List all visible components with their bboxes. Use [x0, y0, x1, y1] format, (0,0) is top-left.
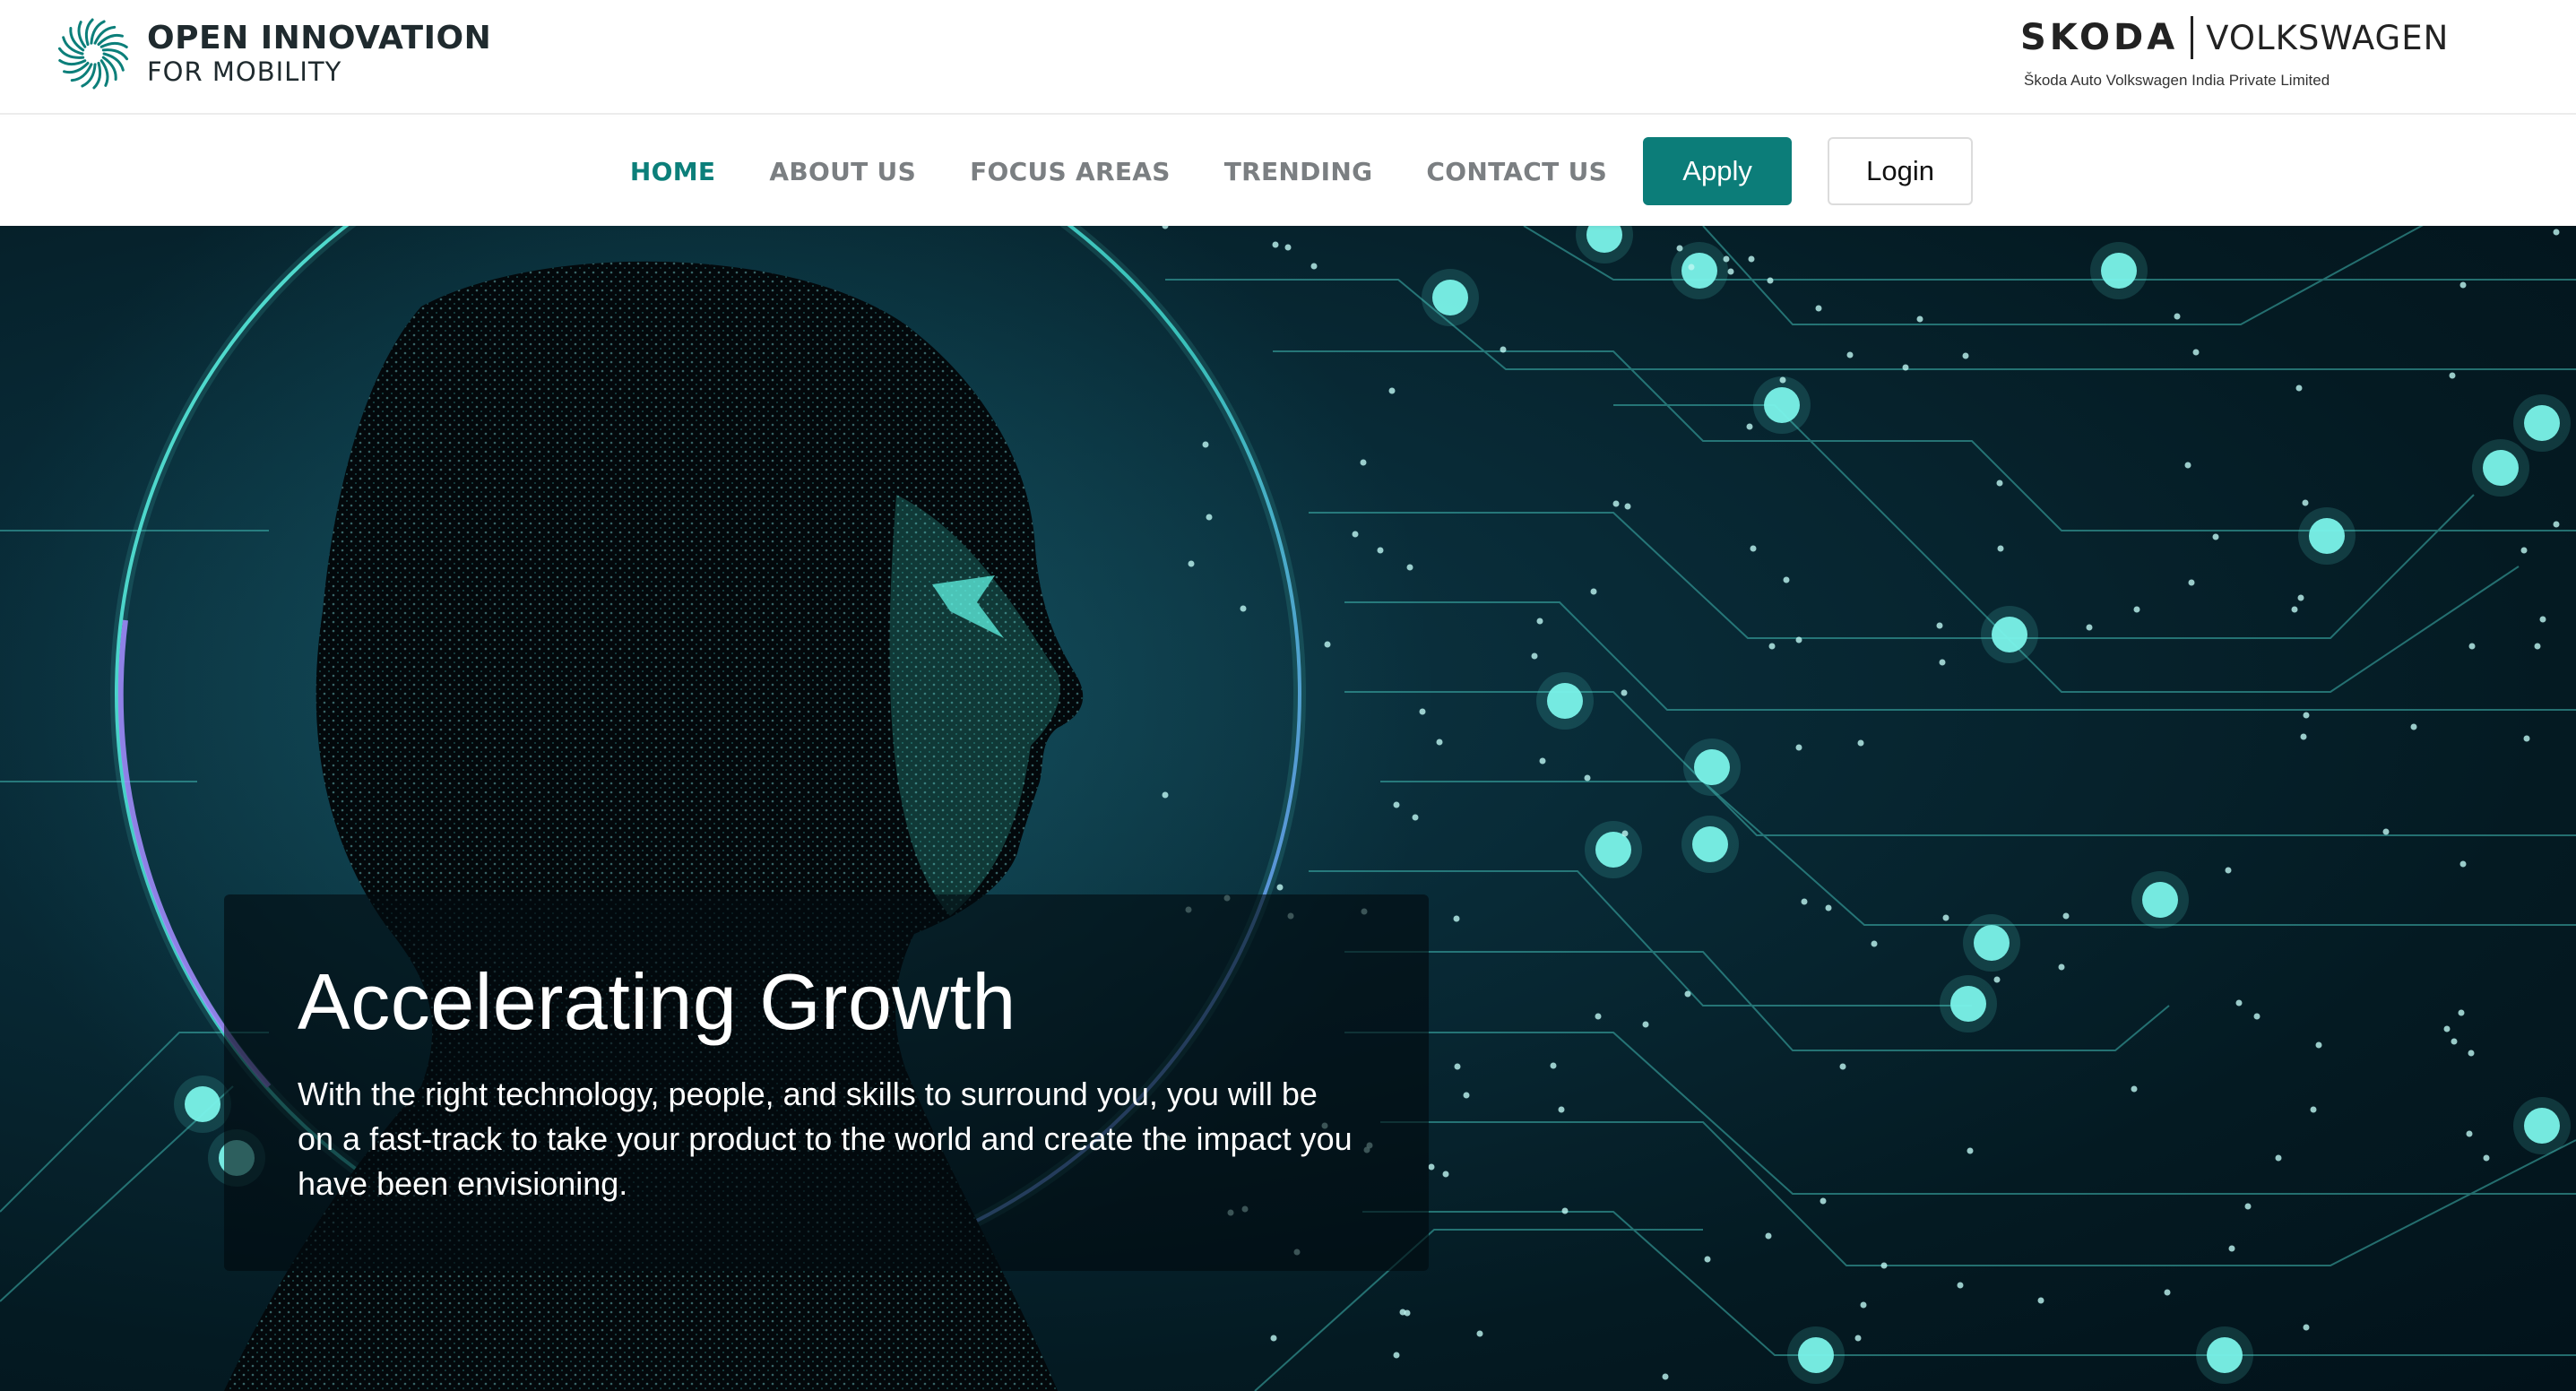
site-logo[interactable]: OPEN INNOVATION FOR MOBILITY	[56, 16, 491, 91]
nav-trending[interactable]: TRENDING	[1224, 157, 1373, 186]
nav-home[interactable]: HOME	[630, 157, 715, 186]
brand-header: OPEN INNOVATION FOR MOBILITY SKODA VOLKS…	[0, 0, 2576, 115]
hero-description: With the right technology, people, and s…	[298, 1076, 1353, 1202]
partner-subtitle: Škoda Auto Volkswagen India Private Limi…	[2024, 72, 2330, 89]
skoda-wordmark: SKODA	[2020, 17, 2179, 58]
hero-banner: Accelerating Growth With the right techn…	[0, 226, 2576, 1391]
sunburst-swirl-icon	[57, 18, 129, 90]
brand-name-line2: FOR MOBILITY	[147, 56, 342, 87]
volkswagen-wordmark: VOLKSWAGEN	[2206, 18, 2450, 57]
apply-button[interactable]: Apply	[1643, 137, 1793, 205]
hero-title: Accelerating Growth	[298, 957, 1016, 1046]
nav-contact-us[interactable]: CONTACT US	[1426, 157, 1607, 186]
site-logo-text: OPEN INNOVATION FOR MOBILITY	[147, 20, 492, 88]
nav-about-us[interactable]: ABOUT US	[769, 157, 916, 186]
brand-name-line1: OPEN INNOVATION	[147, 20, 492, 56]
hero-card: Accelerating Growth With the right techn…	[224, 894, 1429, 1271]
partner-divider	[2191, 16, 2194, 59]
partner-logo[interactable]: SKODA VOLKSWAGEN Škoda Auto Volkswagen I…	[2020, 13, 2486, 90]
main-navigation: HOME ABOUT US FOCUS AREAS TRENDING CONTA…	[0, 117, 2576, 226]
login-button[interactable]: Login	[1828, 137, 1974, 205]
nav-focus-areas[interactable]: FOCUS AREAS	[970, 157, 1171, 186]
